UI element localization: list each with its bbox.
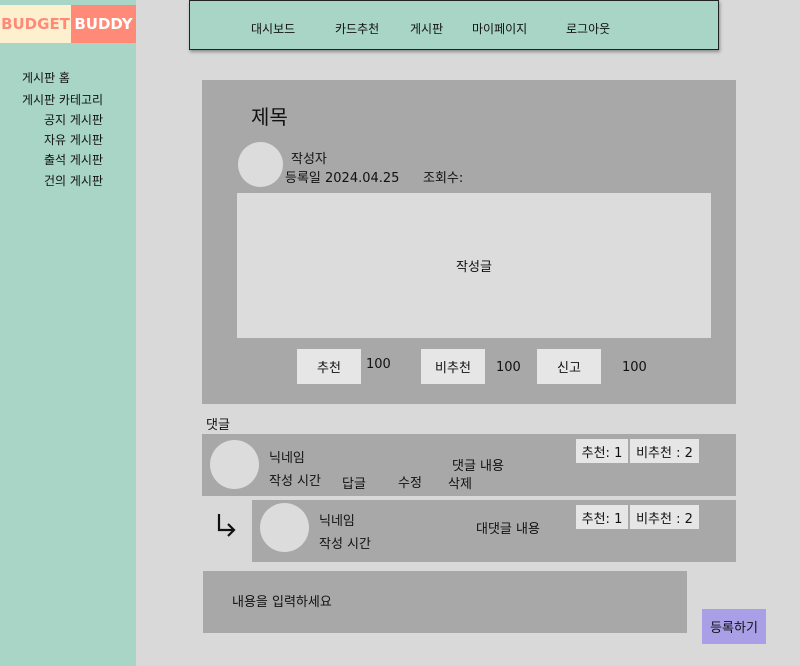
post-content: 작성글 <box>456 260 492 275</box>
post-content-box: 작성글 <box>237 193 711 338</box>
comment-content: 댓글 내용 <box>452 459 504 474</box>
comments-label: 댓글 <box>206 418 230 433</box>
post-date: 등록일 2024.04.25 <box>285 171 400 186</box>
sidebar-item-suggestion-board[interactable]: 건의 게시판 <box>44 172 103 189</box>
sidebar-item-free-board[interactable]: 자유 게시판 <box>44 131 103 148</box>
nav-logout[interactable]: 로그아웃 <box>566 20 610 37</box>
comment-dislike-button[interactable]: 비추천 : 2 <box>630 439 699 463</box>
sidebar-item-attendance-board[interactable]: 출석 게시판 <box>44 151 103 168</box>
comment-reply-link[interactable]: 답글 <box>342 473 366 492</box>
reply-like-button[interactable]: 추천: 1 <box>576 505 628 529</box>
report-button[interactable]: 신고 <box>537 349 601 384</box>
post-views: 조회수: <box>423 171 464 186</box>
reply-time: 작성 시간 <box>319 537 371 552</box>
comment-delete-link[interactable]: 삭제 <box>448 473 472 492</box>
logo-budget[interactable]: BUDGET <box>0 5 71 43</box>
nav-dashboard[interactable]: 대시보드 <box>251 20 295 37</box>
comment-edit-link[interactable]: 수정 <box>398 472 422 491</box>
sidebar-item-board-category[interactable]: 게시판 카테고리 <box>22 91 103 108</box>
reply-avatar <box>260 503 309 552</box>
reply-dislike-button[interactable]: 비추천 : 2 <box>630 505 699 529</box>
author-avatar <box>238 142 283 187</box>
comment-nickname: 닉네임 <box>269 451 305 466</box>
dislike-count: 100 <box>496 360 521 375</box>
sidebar-item-notice-board[interactable]: 공지 게시판 <box>44 111 103 128</box>
reply-nickname: 닉네임 <box>319 514 355 529</box>
like-button[interactable]: 추천 <box>297 349 361 384</box>
post-title: 제목 <box>251 105 288 129</box>
logo-buddy[interactable]: BUDDY <box>71 5 136 43</box>
report-count: 100 <box>622 360 647 375</box>
comment-input[interactable] <box>203 571 687 633</box>
sidebar-item-board-home[interactable]: 게시판 홈 <box>22 69 70 86</box>
nav-card-recommend[interactable]: 카드추천 <box>335 20 379 37</box>
nav-board[interactable]: 게시판 <box>410 20 443 37</box>
like-count: 100 <box>366 357 391 372</box>
post-author: 작성자 <box>291 152 327 167</box>
reply-arrow-icon <box>214 512 238 542</box>
submit-button[interactable]: 등록하기 <box>702 609 766 644</box>
comment-time: 작성 시간 <box>269 474 321 489</box>
reply-content: 대댓글 내용 <box>476 522 540 537</box>
commenter-avatar <box>210 440 259 489</box>
dislike-button[interactable]: 비추천 <box>421 349 485 384</box>
comment-like-button[interactable]: 추천: 1 <box>576 439 628 463</box>
nav-mypage[interactable]: 마이페이지 <box>472 20 527 37</box>
